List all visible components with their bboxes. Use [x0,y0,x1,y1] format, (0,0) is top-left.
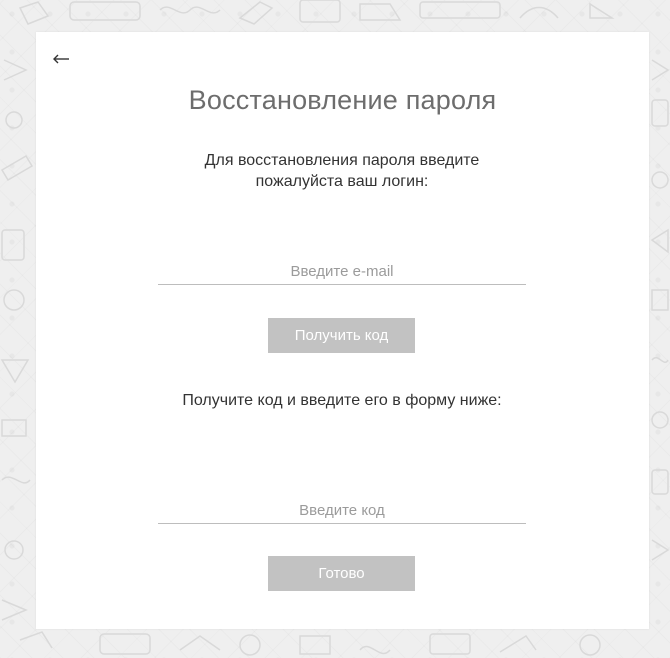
password-recovery-card: Восстановление пароля Для восстановления… [36,32,649,629]
code-input[interactable] [158,497,526,524]
back-button[interactable] [48,46,74,72]
done-button[interactable]: Готово [268,556,415,591]
get-code-button[interactable]: Получить код [268,318,415,353]
email-input[interactable] [158,258,526,285]
login-instruction: Для восстановления пароля введите пожалу… [204,152,480,190]
page-title: Восстановление пароля [188,85,497,115]
arrow-left-icon [53,54,69,64]
code-instruction: Получите код и введите его в форму ниже: [182,392,502,409]
